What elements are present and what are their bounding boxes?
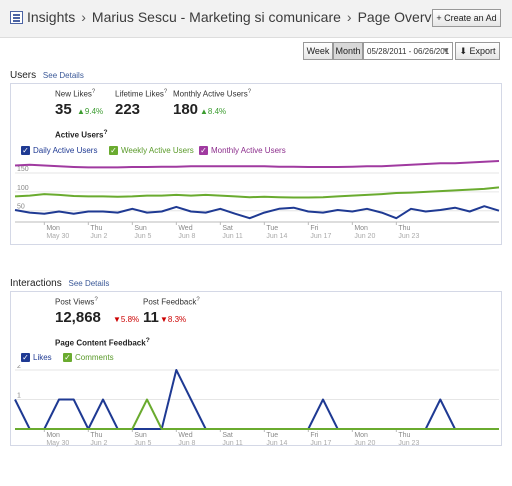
page-content-feedback-title: Page Content Feedback? <box>55 337 150 348</box>
interactions-title: Interactions <box>10 278 62 289</box>
new-likes-change: ▲9.4% <box>77 107 104 116</box>
x-tick-label: Sun <box>134 225 147 232</box>
x-tick-label: Tue <box>266 225 278 232</box>
checkbox-icon: ✓ <box>21 146 30 155</box>
active-users-chart-title: Active Users? <box>55 129 108 140</box>
interactions-panel: Post Views? 12,868 ▼5.8% Post Feedback? … <box>10 291 502 447</box>
x-tick-label: Thu <box>90 225 102 232</box>
y-tick-label: 1 <box>17 392 21 399</box>
users-see-details-link[interactable]: See Details <box>43 71 84 80</box>
x-date-label: Jun 5 <box>134 440 151 447</box>
lifetime-likes-label: Lifetime Likes? <box>115 89 168 99</box>
x-tick-label: Mon <box>46 225 60 232</box>
legend-weekly-active-users[interactable]: ✓ Weekly Active Users <box>109 146 194 155</box>
date-range-value: 05/28/2011 - 06/26/201 <box>367 47 450 56</box>
series-line-daily-active-users <box>14 205 500 220</box>
x-date-label: Jun 11 <box>222 233 243 240</box>
legend-likes[interactable]: ✓ Likes <box>21 353 52 362</box>
y-tick-label: 2 <box>17 365 21 370</box>
post-views-label: Post Views? <box>55 297 98 307</box>
y-tick-label: 150 <box>17 166 29 173</box>
x-date-label: Jun 14 <box>266 440 287 447</box>
checkbox-icon: ✓ <box>109 146 118 155</box>
x-tick-label: Mon <box>46 432 60 439</box>
x-date-label: Jun 17 <box>310 440 331 447</box>
new-likes-label: New Likes? <box>55 89 96 99</box>
x-tick-label: Sun <box>134 432 147 439</box>
monthly-active-users-label: Monthly Active Users? <box>173 89 252 99</box>
x-date-label: Jun 8 <box>178 440 195 447</box>
x-date-label: Jun 23 <box>398 233 419 240</box>
checkbox-icon: ✓ <box>199 146 208 155</box>
post-views-change: ▼5.8% <box>113 315 140 324</box>
users-title: Users <box>10 70 37 81</box>
x-tick-label: Sat <box>222 225 233 232</box>
x-tick-label: Fri <box>310 432 319 439</box>
x-date-label: Jun 5 <box>134 233 151 240</box>
post-feedback-change: ▼8.3% <box>160 315 187 324</box>
breadcrumb-separator: › <box>346 9 352 25</box>
active-users-chart: 50100150MonMay 30ThuJun 2SunJun 5WedJun … <box>14 160 500 240</box>
week-button[interactable]: Week <box>303 42 333 60</box>
x-date-label: Jun 8 <box>178 233 195 240</box>
users-panel: New Likes? 35 ▲9.4% Lifetime Likes? 223 … <box>10 83 502 245</box>
breadcrumb-separator: › <box>81 9 86 25</box>
x-tick-label: Wed <box>178 432 192 439</box>
x-date-label: Jun 2 <box>90 440 107 447</box>
series-line-weekly-active-users <box>14 186 500 199</box>
x-tick-label: Fri <box>310 225 319 232</box>
users-section-header: Users See Details <box>10 70 84 84</box>
legend-comments[interactable]: ✓ Comments <box>63 353 114 362</box>
interactions-section-header: Interactions See Details <box>10 278 109 292</box>
post-views-value: 12,868 <box>55 309 101 326</box>
interactions-see-details-link[interactable]: See Details <box>68 279 109 288</box>
x-date-label: Jun 11 <box>222 440 243 447</box>
x-tick-label: Thu <box>398 225 410 232</box>
export-button[interactable]: ⬇ Export <box>455 42 500 60</box>
date-range-select[interactable]: 05/28/2011 - 06/26/201 ▼ <box>363 42 453 60</box>
x-tick-label: Mon <box>354 225 368 232</box>
checkbox-icon: ✓ <box>63 353 72 362</box>
new-likes-value: 35 <box>55 101 72 118</box>
monthly-active-users-value: 180 <box>173 101 199 118</box>
x-date-label: Jun 14 <box>266 233 287 240</box>
y-tick-label: 100 <box>17 185 29 192</box>
legend-daily-active-users[interactable]: ✓ Daily Active Users <box>21 146 97 155</box>
lifetime-likes-value: 223 <box>115 101 141 118</box>
insights-icon <box>10 10 23 24</box>
monthly-active-users-change: ▲8.4% <box>200 107 227 116</box>
post-feedback-value: 11 <box>143 309 159 326</box>
top-bar: Insights › Marius Sescu - Marketing si c… <box>0 0 512 38</box>
legend-monthly-active-users[interactable]: ✓ Monthly Active Users <box>199 146 286 155</box>
x-tick-label: Wed <box>178 225 192 232</box>
x-tick-label: Thu <box>398 432 410 439</box>
breadcrumb: Insights › Marius Sescu - Marketing si c… <box>10 9 453 25</box>
x-date-label: May 30 <box>46 233 69 240</box>
checkbox-icon: ✓ <box>21 353 30 362</box>
series-line-comments <box>15 398 499 430</box>
x-date-label: Jun 20 <box>354 233 375 240</box>
x-tick-label: Thu <box>90 432 102 439</box>
x-tick-label: Sat <box>222 432 233 439</box>
breadcrumb-page[interactable]: Marius Sescu - Marketing si comunicare <box>92 9 341 25</box>
series-line-monthly-active-users <box>14 160 500 169</box>
page-content-feedback-chart: 12MonMay 30ThuJun 2SunJun 5WedJun 8SatJu… <box>14 365 499 447</box>
x-tick-label: Mon <box>354 432 368 439</box>
post-feedback-label: Post Feedback? <box>143 297 200 307</box>
create-ad-button[interactable]: + Create an Ad <box>432 9 501 27</box>
x-date-label: Jun 20 <box>354 440 375 447</box>
x-date-label: Jun 17 <box>310 233 331 240</box>
chevron-down-icon: ▼ <box>442 46 450 55</box>
x-date-label: Jun 2 <box>90 233 107 240</box>
x-tick-label: Tue <box>266 432 278 439</box>
breadcrumb-insights[interactable]: Insights <box>27 9 75 25</box>
x-date-label: Jun 23 <box>398 440 419 447</box>
month-button[interactable]: Month <box>333 42 363 60</box>
x-date-label: May 30 <box>46 440 69 447</box>
